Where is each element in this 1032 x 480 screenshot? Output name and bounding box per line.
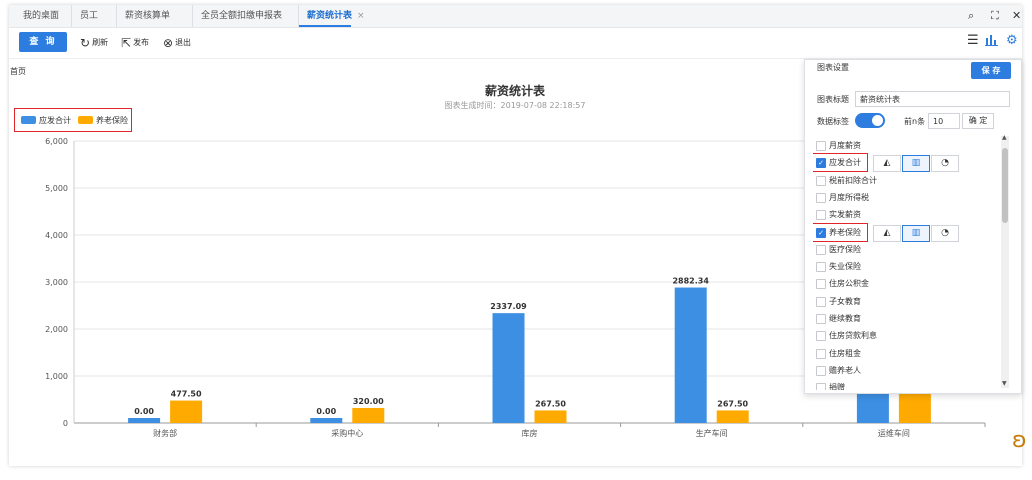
checkbox[interactable]	[816, 296, 826, 307]
field-label: 失业保险	[829, 262, 861, 272]
highlight-box	[813, 222, 868, 242]
highlight-box	[813, 153, 868, 173]
scroll-thumb[interactable]	[1002, 148, 1008, 223]
bar-pension	[898, 392, 931, 423]
x-tick-label: 生产车间	[696, 428, 728, 438]
x-tick-label: 库房	[522, 428, 538, 438]
checkbox[interactable]	[816, 244, 826, 255]
y-tick-label: 1,000	[45, 372, 68, 381]
toggle-knob	[872, 115, 883, 126]
area-chart-icon[interactable]: ◭	[873, 224, 901, 242]
field-label: 月度所得税	[829, 192, 869, 202]
bar-pension	[534, 410, 567, 423]
checkbox[interactable]	[816, 365, 826, 376]
bar-gross-pay	[310, 418, 343, 423]
checkbox[interactable]	[816, 314, 826, 324]
field-label: 税前扣除合计	[829, 175, 877, 185]
field-label: 住房贷款利息	[829, 331, 877, 341]
field-label: 捐赠	[829, 383, 845, 390]
data-label: 267.50	[717, 399, 748, 408]
field-label: 住房公积金	[829, 279, 869, 289]
field-item[interactable]: 实发薪资	[813, 207, 999, 223]
data-label: 0.00	[316, 407, 336, 416]
bar-pension	[170, 400, 203, 423]
bar-pension	[352, 407, 385, 423]
field-label: 子女教育	[829, 296, 861, 306]
y-tick-label: 4,000	[45, 231, 68, 240]
scroll-down-icon[interactable]: ▼	[1002, 380, 1007, 387]
field-item[interactable]: 住房租金	[813, 346, 999, 362]
chart-settings-panel: 图表设置 保 存 图表标题 薪资统计表 数据标签 前n条 10 确 定 月度薪资…	[804, 59, 1022, 394]
checkbox[interactable]	[816, 141, 826, 151]
y-tick-label: 5,000	[45, 184, 68, 193]
field-item[interactable]: 失业保险	[813, 259, 999, 275]
field-item[interactable]: 住房贷款利息	[813, 328, 999, 344]
bar-pension	[716, 410, 749, 423]
y-tick-label: 6,000	[45, 137, 68, 146]
y-tick-label: 3,000	[45, 278, 68, 287]
field-item[interactable]: 月度薪资	[813, 138, 999, 154]
checkbox[interactable]	[816, 279, 826, 290]
topn-label: 前n条	[904, 117, 926, 126]
confirm-button[interactable]: 确 定	[962, 113, 994, 129]
y-tick-label: 2,000	[45, 325, 68, 334]
bar-chart-icon[interactable]: ▥	[902, 224, 930, 242]
field-label: 实发薪资	[829, 210, 861, 220]
chart-title-label: 图表标题	[817, 95, 849, 104]
checkbox[interactable]	[816, 262, 826, 273]
y-tick-label: 0	[63, 419, 68, 428]
x-tick-label: 采购中心	[331, 428, 363, 438]
field-list: 月度薪资 ✓ 应发合计 ◭ ▥ ◔ 税前扣除合计 月度所得税实发薪资 ✓ 养老保险 ◭ ▥ ◔ 医疗保险失…	[813, 136, 999, 390]
data-label-toggle[interactable]	[855, 113, 885, 128]
panel-title: 图表设置	[817, 63, 849, 72]
bar-gross-pay	[674, 287, 707, 423]
field-item[interactable]: 医疗保险	[813, 242, 999, 258]
field-item[interactable]: 继续教育	[813, 311, 999, 327]
field-item[interactable]: 赡养老人	[813, 363, 999, 379]
field-label: 继续教育	[829, 314, 861, 323]
data-label: 267.50	[535, 399, 566, 408]
field-item[interactable]: 月度所得税	[813, 190, 999, 206]
data-label: 2337.09	[490, 302, 527, 311]
field-label: 医疗保险	[829, 244, 861, 254]
checkbox[interactable]	[816, 348, 826, 359]
logo-icon: ʚ	[1012, 428, 1027, 453]
scrollbar[interactable]: ▲ ▼	[1001, 134, 1009, 388]
data-label: 477.50	[171, 390, 202, 399]
field-item[interactable]: 住房公积金	[813, 276, 999, 292]
data-label: 320.00	[353, 397, 384, 406]
checkbox[interactable]	[816, 192, 826, 203]
field-label: 赡养老人	[829, 365, 861, 375]
field-item[interactable]: 捐赠	[813, 380, 999, 390]
data-label-label: 数据标签	[817, 117, 849, 126]
topn-input[interactable]: 10	[928, 113, 960, 129]
chart-title-input[interactable]: 薪资统计表	[855, 91, 1010, 107]
data-label: 2882.34	[672, 277, 709, 286]
checkbox[interactable]	[816, 175, 826, 186]
field-item[interactable]: ✓ 应发合计 ◭ ▥ ◔	[813, 153, 999, 173]
pie-chart-icon[interactable]: ◔	[931, 224, 959, 242]
x-tick-label: 财务部	[153, 428, 177, 438]
bar-gross-pay	[492, 313, 525, 423]
scroll-up-icon[interactable]: ▲	[1002, 134, 1007, 141]
checkbox[interactable]	[816, 383, 826, 390]
bar-chart-icon[interactable]: ▥	[902, 155, 930, 173]
x-tick-label: 运维车间	[878, 428, 910, 438]
field-item[interactable]: 税前扣除合计	[813, 173, 999, 189]
checkbox[interactable]	[816, 210, 826, 221]
pie-chart-icon[interactable]: ◔	[931, 155, 959, 173]
checkbox[interactable]	[816, 331, 826, 342]
area-chart-icon[interactable]: ◭	[873, 155, 901, 173]
field-label: 住房租金	[829, 348, 861, 358]
data-label: 0.00	[134, 407, 154, 416]
field-item[interactable]: 子女教育	[813, 294, 999, 310]
bar-gross-pay	[856, 392, 889, 423]
field-item[interactable]: ✓ 养老保险 ◭ ▥ ◔	[813, 222, 999, 242]
save-button[interactable]: 保 存	[971, 62, 1011, 79]
field-label: 月度薪资	[829, 141, 861, 150]
bar-gross-pay	[128, 418, 161, 423]
